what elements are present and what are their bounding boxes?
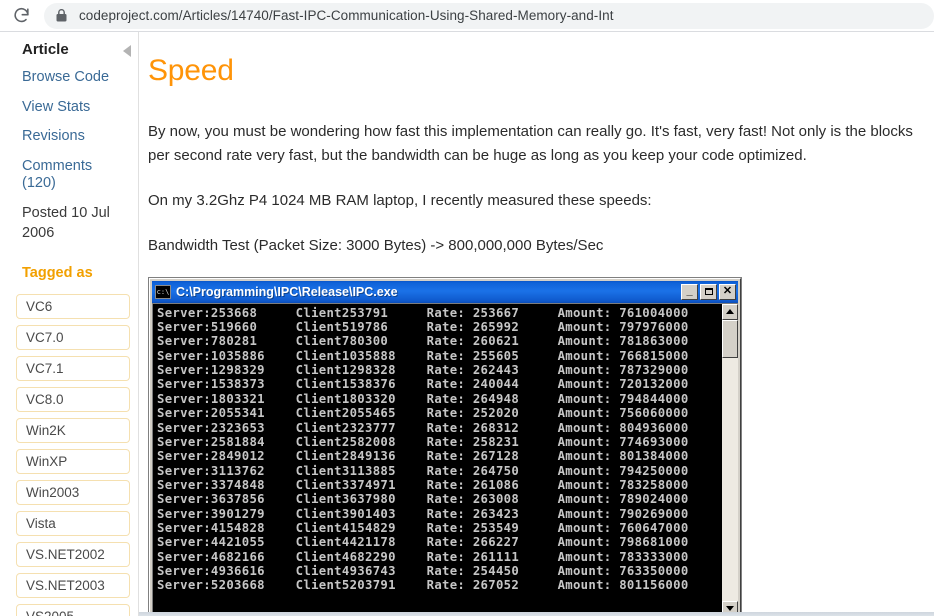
- console-line: Server:253668 Client253791 Rate: 253667 …: [157, 306, 721, 320]
- url-text: codeproject.com/Articles/14740/Fast-IPC-…: [79, 8, 614, 23]
- console-line: Server:3637856 Client3637980 Rate: 26300…: [157, 492, 721, 506]
- sidebar: Article Browse Code View Stats Revisions…: [0, 32, 139, 616]
- triangle-up-icon: [726, 309, 734, 314]
- sidebar-item-view-stats[interactable]: View Stats: [22, 99, 128, 116]
- tag-chip[interactable]: Vista: [16, 511, 130, 536]
- console-line: Server:3901279 Client3901403 Rate: 26342…: [157, 507, 721, 521]
- console-line: Server:1298329 Client1298328 Rate: 26244…: [157, 363, 721, 377]
- console-window: c:\ C:\Programming\IPC\Release\IPC.exe _…: [149, 278, 741, 616]
- browser-toolbar: codeproject.com/Articles/14740/Fast-IPC-…: [0, 0, 934, 31]
- sidebar-heading-article: Article: [22, 41, 128, 58]
- console-icon[interactable]: c:\: [155, 285, 171, 299]
- console-line: Server:1803321 Client1803320 Rate: 26494…: [157, 392, 721, 406]
- tag-chip[interactable]: VS.NET2003: [16, 573, 130, 598]
- posted-date: Posted 10 Jul 2006: [22, 204, 122, 243]
- maximize-button[interactable]: [700, 284, 717, 300]
- page-content: Article Browse Code View Stats Revisions…: [0, 32, 934, 616]
- tagged-as-heading: Tagged as: [22, 265, 128, 281]
- tag-chip[interactable]: Win2003: [16, 480, 130, 505]
- console-line: Server:3113762 Client3113885 Rate: 26475…: [157, 464, 721, 478]
- console-line: Server:1035886 Client1035888 Rate: 25560…: [157, 349, 721, 363]
- article-body: Speed By now, you must be wondering how …: [139, 32, 934, 616]
- page-bottom-strip: [139, 612, 934, 616]
- tag-chip[interactable]: VS.NET2002: [16, 542, 130, 567]
- console-line: Server:1538373 Client1538376 Rate: 24004…: [157, 377, 721, 391]
- console-line: Server:5203668 Client5203791 Rate: 26705…: [157, 578, 721, 592]
- close-button[interactable]: ✕: [719, 284, 736, 300]
- console-title-text: C:\Programming\IPC\Release\IPC.exe: [176, 285, 679, 299]
- tag-chip[interactable]: VC7.0: [16, 325, 130, 350]
- console-text: Server:253668 Client253791 Rate: 253667 …: [153, 304, 721, 616]
- tag-chip[interactable]: VS2005: [16, 604, 130, 616]
- tag-chip[interactable]: WinXP: [16, 449, 130, 474]
- maximize-icon: [705, 288, 713, 295]
- console-line: Server:2055341 Client2055465 Rate: 25202…: [157, 406, 721, 420]
- chevron-left-icon[interactable]: [123, 45, 131, 57]
- tag-list: VC6 VC7.0 VC7.1 VC8.0 Win2K WinXP Win200…: [0, 294, 138, 616]
- scrollbar-thumb[interactable]: [722, 320, 738, 358]
- console-line: Server:2581884 Client2582008 Rate: 25823…: [157, 435, 721, 449]
- sidebar-item-revisions[interactable]: Revisions: [22, 128, 128, 145]
- console-line: Server:519660 Client519786 Rate: 265992 …: [157, 320, 721, 334]
- article-paragraph: By now, you must be wondering how fast t…: [148, 120, 920, 167]
- sidebar-item-browse-code[interactable]: Browse Code: [22, 69, 128, 86]
- reload-icon[interactable]: [10, 5, 32, 27]
- console-titlebar[interactable]: c:\ C:\Programming\IPC\Release\IPC.exe _…: [152, 281, 738, 303]
- page-title: Speed: [148, 54, 920, 88]
- console-scrollbar[interactable]: [721, 304, 738, 616]
- console-line: Server:780281 Client780300 Rate: 260621 …: [157, 334, 721, 348]
- lock-icon: [56, 9, 67, 22]
- console-line: Server:4936616 Client4936743 Rate: 25445…: [157, 564, 721, 578]
- tag-chip[interactable]: VC7.1: [16, 356, 130, 381]
- sidebar-header-row: Article Browse Code View Stats Revisions…: [0, 41, 138, 281]
- article-paragraph: On my 3.2Ghz P4 1024 MB RAM laptop, I re…: [148, 189, 920, 213]
- scrollbar-track[interactable]: [722, 320, 738, 601]
- page-bottom-strip-inner: [139, 612, 934, 616]
- sidebar-item-comments[interactable]: Comments (120): [22, 158, 128, 191]
- console-line: Server:3374848 Client3374971 Rate: 26108…: [157, 478, 721, 492]
- console-line: Server:2849012 Client2849136 Rate: 26712…: [157, 449, 721, 463]
- console-line: Server:4682166 Client4682290 Rate: 26111…: [157, 550, 721, 564]
- scroll-up-icon[interactable]: [722, 304, 738, 320]
- console-output-area: Server:253668 Client253791 Rate: 253667 …: [152, 303, 738, 616]
- triangle-down-icon: [726, 606, 734, 611]
- console-line: Server:2323653 Client2323777 Rate: 26831…: [157, 421, 721, 435]
- tag-chip[interactable]: VC8.0: [16, 387, 130, 412]
- console-line: Server:4154828 Client4154829 Rate: 25354…: [157, 521, 721, 535]
- article-paragraph: Bandwidth Test (Packet Size: 3000 Bytes)…: [148, 234, 920, 258]
- tag-chip[interactable]: VC6: [16, 294, 130, 319]
- tag-chip[interactable]: Win2K: [16, 418, 130, 443]
- minimize-button[interactable]: _: [681, 284, 698, 300]
- address-bar[interactable]: codeproject.com/Articles/14740/Fast-IPC-…: [44, 3, 934, 29]
- console-line: Server:4421055 Client4421178 Rate: 26622…: [157, 535, 721, 549]
